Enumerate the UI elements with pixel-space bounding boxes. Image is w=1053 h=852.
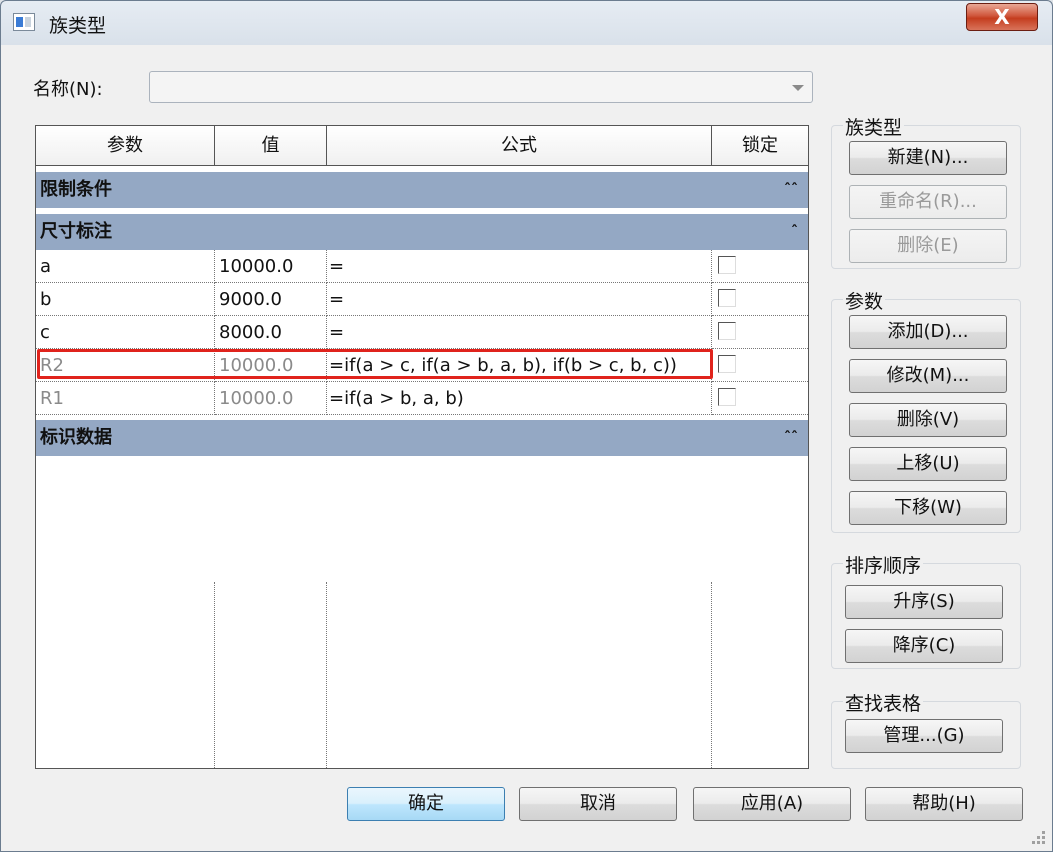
resize-grip-icon[interactable] <box>1032 831 1046 845</box>
name-combobox[interactable] <box>149 71 813 103</box>
group-label: 尺寸标注 <box>40 221 112 242</box>
lock-checkbox[interactable] <box>718 289 736 307</box>
name-label: 名称(N): <box>33 79 103 100</box>
param-name[interactable]: R1 <box>36 382 215 415</box>
ok-button[interactable]: 确定 <box>347 787 505 821</box>
add-parameter-button[interactable]: 添加(D)... <box>849 315 1007 349</box>
help-button[interactable]: 帮助(H) <box>865 787 1023 821</box>
move-up-button[interactable]: 上移(U) <box>849 447 1007 481</box>
table-row: a 10000.0 = <box>36 250 808 283</box>
column-divider <box>214 582 215 768</box>
delete-type-button[interactable]: 删除(E) <box>849 229 1007 263</box>
param-value: 10000.0 <box>215 382 327 415</box>
column-header-value[interactable]: 值 <box>215 126 327 166</box>
title-bar[interactable]: 族类型 X <box>1 1 1052 45</box>
manage-lookup-button[interactable]: 管理...(G) <box>845 719 1003 753</box>
lock-cell <box>712 349 808 382</box>
lock-checkbox[interactable] <box>718 256 736 274</box>
group-label: 标识数据 <box>40 427 112 448</box>
param-value[interactable]: 10000.0 <box>215 250 327 283</box>
lock-cell <box>712 283 808 316</box>
parameter-grid: 参数 值 公式 锁定 限制条件 ˆˆ 尺寸标注 ˆ a 10000.0 = b … <box>35 125 809 769</box>
dialog-app-icon <box>13 13 35 31</box>
delete-parameter-button[interactable]: 删除(V) <box>849 403 1007 437</box>
family-types-title: 族类型 <box>843 113 905 140</box>
cancel-button[interactable]: 取消 <box>519 787 677 821</box>
group-constraints[interactable]: 限制条件 ˆˆ <box>36 172 808 208</box>
column-divider <box>326 582 327 768</box>
group-identity-data[interactable]: 标识数据 ˆˆ <box>36 420 808 456</box>
param-value[interactable]: 8000.0 <box>215 316 327 349</box>
group-label: 限制条件 <box>40 179 112 200</box>
param-formula[interactable]: = <box>327 316 712 349</box>
lookup-tables-title: 查找表格 <box>843 689 924 716</box>
param-name[interactable]: a <box>36 250 215 283</box>
column-header-param[interactable]: 参数 <box>36 126 215 166</box>
param-name[interactable]: c <box>36 316 215 349</box>
sort-ascending-button[interactable]: 升序(S) <box>845 585 1003 619</box>
lock-cell <box>712 382 808 415</box>
rename-type-button[interactable]: 重命名(R)... <box>849 185 1007 219</box>
param-name[interactable]: R2 <box>36 349 215 382</box>
table-row: R1 10000.0 =if(a > b, a, b) <box>36 382 808 415</box>
param-formula[interactable]: = <box>327 250 712 283</box>
lock-checkbox[interactable] <box>718 322 736 340</box>
dialog-title: 族类型 <box>49 15 107 37</box>
param-formula[interactable]: =if(a > c, if(a > b, a, b), if(b > c, b,… <box>327 349 712 382</box>
move-down-button[interactable]: 下移(W) <box>849 491 1007 525</box>
chevron-down-icon[interactable] <box>792 85 804 91</box>
close-button[interactable]: X <box>966 3 1038 31</box>
apply-button[interactable]: 应用(A) <box>693 787 851 821</box>
table-row: c 8000.0 = <box>36 316 808 349</box>
column-divider <box>711 582 712 768</box>
group-dimensions[interactable]: 尺寸标注 ˆ <box>36 214 808 250</box>
table-row: R2 10000.0 =if(a > c, if(a > b, a, b), i… <box>36 349 808 382</box>
lock-checkbox[interactable] <box>718 355 736 373</box>
param-value: 10000.0 <box>215 349 327 382</box>
parameters-title: 参数 <box>843 287 886 314</box>
table-row: b 9000.0 = <box>36 283 808 316</box>
sort-order-title: 排序顺序 <box>843 551 924 578</box>
param-value[interactable]: 9000.0 <box>215 283 327 316</box>
new-type-button[interactable]: 新建(N)... <box>849 141 1007 175</box>
lock-cell <box>712 316 808 349</box>
lock-cell <box>712 250 808 283</box>
column-header-formula[interactable]: 公式 <box>327 126 712 166</box>
chevron-collapse-icon[interactable]: ˆ <box>791 214 798 250</box>
modify-parameter-button[interactable]: 修改(M)... <box>849 359 1007 393</box>
chevron-expand-icon[interactable]: ˆˆ <box>784 172 798 208</box>
lock-checkbox[interactable] <box>718 388 736 406</box>
chevron-expand-icon[interactable]: ˆˆ <box>784 420 798 456</box>
param-formula[interactable]: =if(a > b, a, b) <box>327 382 712 415</box>
sort-descending-button[interactable]: 降序(C) <box>845 629 1003 663</box>
param-formula[interactable]: = <box>327 283 712 316</box>
column-header-lock[interactable]: 锁定 <box>712 126 808 166</box>
param-name[interactable]: b <box>36 283 215 316</box>
family-types-dialog: 族类型 X 名称(N): 参数 值 公式 锁定 限制条件 ˆˆ 尺寸标注 ˆ a… <box>0 0 1053 852</box>
